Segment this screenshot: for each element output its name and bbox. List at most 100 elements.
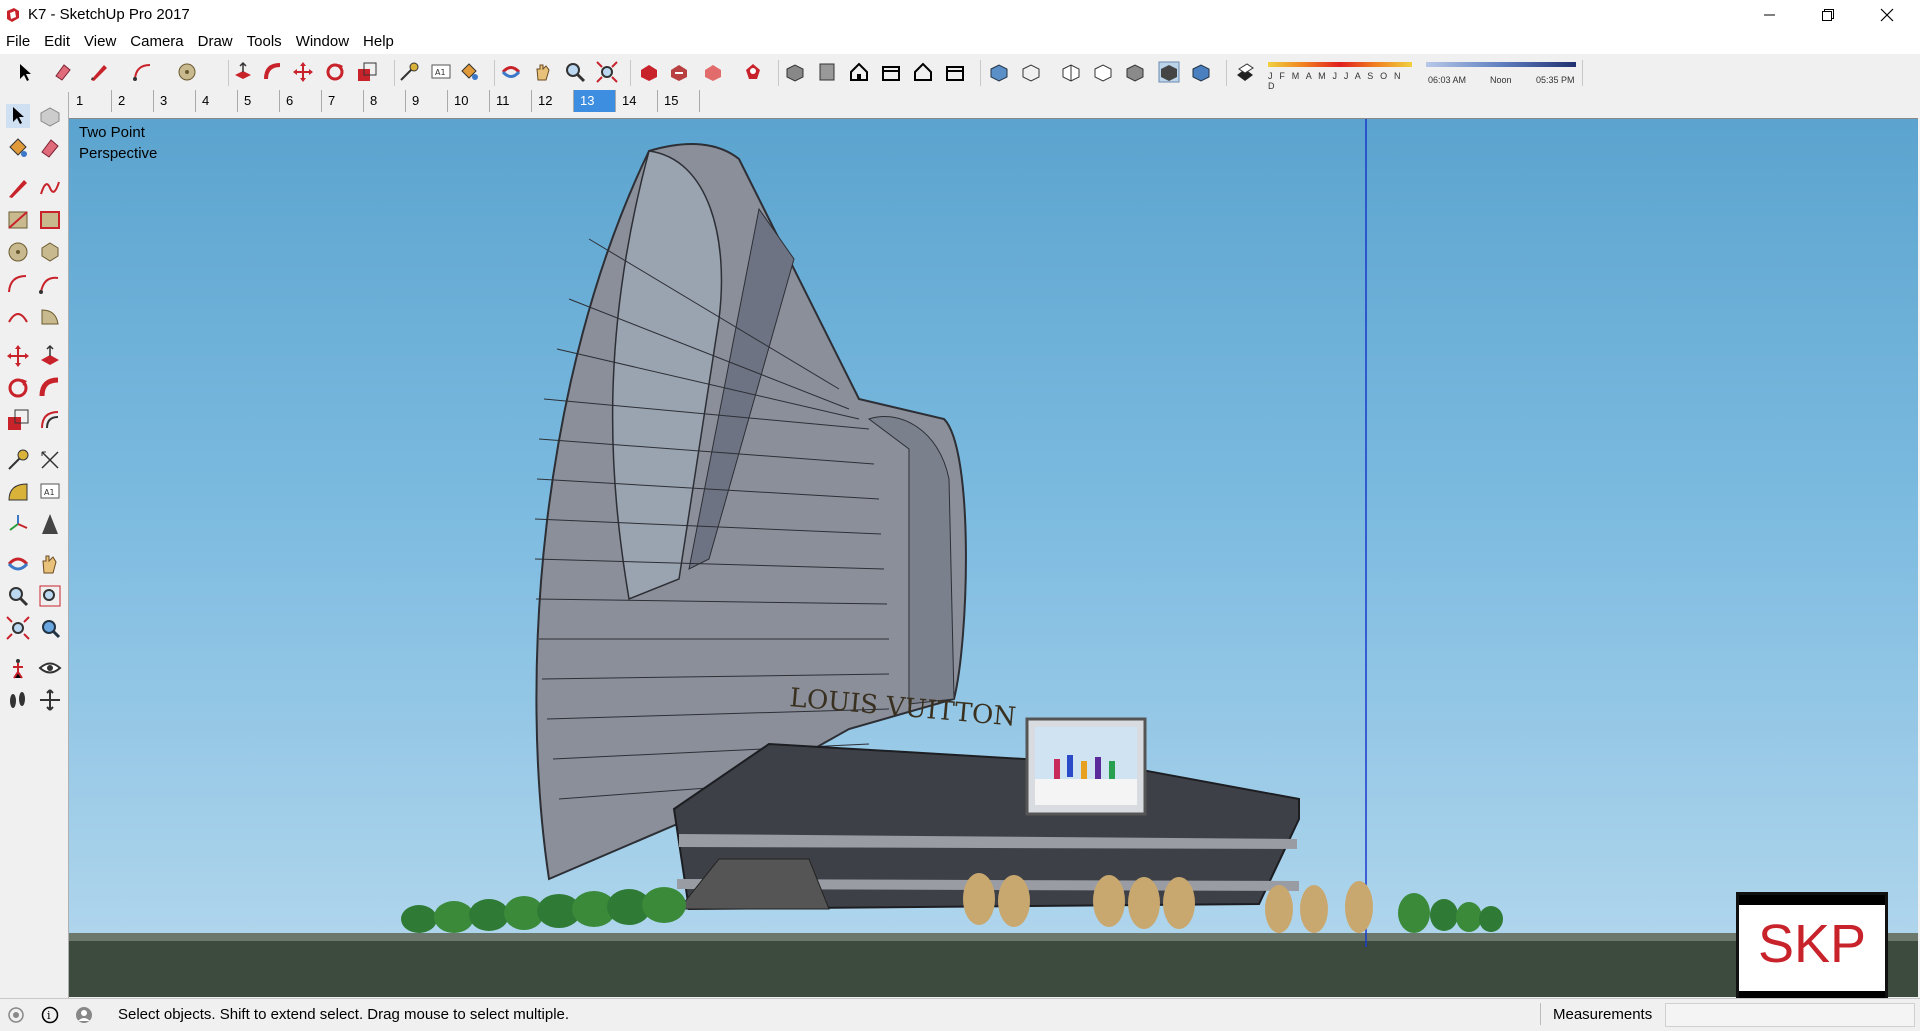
share-model-icon[interactable] xyxy=(668,61,690,83)
menu-tools[interactable]: Tools xyxy=(240,30,289,54)
zoom-tool-icon[interactable] xyxy=(564,61,586,83)
tape-measure-icon[interactable] xyxy=(6,448,30,472)
position-camera-icon[interactable] xyxy=(6,656,30,680)
orbit-tool-icon[interactable] xyxy=(500,61,522,83)
move-tool-icon[interactable] xyxy=(292,61,314,83)
follow-me-icon[interactable] xyxy=(38,376,62,400)
scene-tab-7[interactable]: 7 xyxy=(322,90,364,112)
right-view-icon[interactable] xyxy=(880,61,902,83)
arc-tool-icon[interactable] xyxy=(132,61,154,83)
circle-tool-icon[interactable] xyxy=(176,61,198,83)
scale-tool-icon[interactable] xyxy=(6,408,30,432)
shadow-time-slider[interactable]: 06:03 AM Noon 05:35 PM xyxy=(1426,62,1576,86)
line-tool-icon[interactable] xyxy=(6,176,30,200)
rotate-tool-icon[interactable] xyxy=(324,61,346,83)
polygon-tool-icon[interactable] xyxy=(38,240,62,264)
freehand-tool-icon[interactable] xyxy=(38,176,62,200)
look-around-icon[interactable] xyxy=(38,656,62,680)
menu-draw[interactable]: Draw xyxy=(191,30,240,54)
zoom-extents-icon[interactable] xyxy=(596,61,618,83)
rotated-rectangle-icon[interactable] xyxy=(38,208,62,232)
model-viewport[interactable]: LOUIS VUITTON Two Point Perspective xyxy=(69,118,1918,997)
eraser-tool-icon[interactable] xyxy=(38,136,62,160)
xray-style-icon[interactable] xyxy=(988,61,1010,83)
shadow-month-slider[interactable]: J F M A M J J A S O N D xyxy=(1268,62,1412,91)
text-tool-icon[interactable]: A1 xyxy=(430,61,452,83)
paint-bucket-icon[interactable] xyxy=(6,136,30,160)
zoom-tool-icon[interactable] xyxy=(6,584,30,608)
scene-tab-13[interactable]: 13 xyxy=(574,90,616,112)
scene-tab-11[interactable]: 11 xyxy=(490,90,532,112)
pan-tool-icon[interactable] xyxy=(38,552,62,576)
credits-icon[interactable]: i xyxy=(41,1006,59,1024)
extension-warehouse-icon[interactable] xyxy=(742,61,764,83)
tape-measure-icon[interactable] xyxy=(398,61,420,83)
top-view-icon[interactable] xyxy=(816,61,838,83)
push-pull-icon[interactable] xyxy=(232,61,254,83)
iso-view-icon[interactable] xyxy=(784,61,806,83)
follow-me-icon[interactable] xyxy=(262,61,284,83)
menu-help[interactable]: Help xyxy=(356,30,401,54)
zoom-window-icon[interactable] xyxy=(38,584,62,608)
section-plane-icon[interactable] xyxy=(38,512,62,536)
scene-tab-1[interactable]: 1 xyxy=(70,90,112,112)
scene-tab-6[interactable]: 6 xyxy=(280,90,322,112)
scale-tool-icon[interactable] xyxy=(356,61,378,83)
measurements-input[interactable] xyxy=(1665,1003,1915,1027)
section-display-icon[interactable] xyxy=(38,688,62,712)
eraser-tool-icon[interactable] xyxy=(52,61,74,83)
3d-warehouse-icon[interactable] xyxy=(638,61,660,83)
select-tool-icon[interactable] xyxy=(6,104,30,128)
geolocation-icon[interactable] xyxy=(7,1006,25,1024)
scene-tab-4[interactable]: 4 xyxy=(196,90,238,112)
scene-tab-14[interactable]: 14 xyxy=(616,90,658,112)
back-edges-style-icon[interactable] xyxy=(1190,61,1212,83)
walk-tool-icon[interactable] xyxy=(6,688,30,712)
front-view-icon[interactable] xyxy=(848,61,870,83)
scene-tab-10[interactable]: 10 xyxy=(448,90,490,112)
protractor-tool-icon[interactable] xyxy=(6,480,30,504)
select-tool-icon[interactable] xyxy=(14,61,36,83)
scene-tab-3[interactable]: 3 xyxy=(154,90,196,112)
menu-camera[interactable]: Camera xyxy=(123,30,190,54)
menu-window[interactable]: Window xyxy=(289,30,356,54)
circle-tool-icon[interactable] xyxy=(6,240,30,264)
shadows-toggle-icon[interactable] xyxy=(1234,61,1256,83)
three-point-arc-icon[interactable] xyxy=(6,304,30,328)
scene-tab-2[interactable]: 2 xyxy=(112,90,154,112)
make-component-icon[interactable] xyxy=(38,104,62,128)
offset-tool-icon[interactable] xyxy=(38,408,62,432)
text-tool-icon[interactable]: A1 xyxy=(38,480,62,504)
two-point-arc-icon[interactable] xyxy=(38,272,62,296)
minimize-button[interactable] xyxy=(1741,0,1799,30)
axes-tool-icon[interactable] xyxy=(6,512,30,536)
scene-tab-15[interactable]: 15 xyxy=(658,90,700,112)
user-account-icon[interactable] xyxy=(75,1006,93,1024)
scene-tab-12[interactable]: 12 xyxy=(532,90,574,112)
hidden-line-style-icon[interactable] xyxy=(1060,61,1082,83)
pie-tool-icon[interactable] xyxy=(38,304,62,328)
back-view-icon[interactable] xyxy=(912,61,934,83)
menu-edit[interactable]: Edit xyxy=(37,30,77,54)
shaded-style-icon[interactable] xyxy=(1092,61,1114,83)
menu-view[interactable]: View xyxy=(77,30,123,54)
wireframe-style-icon[interactable] xyxy=(1020,61,1042,83)
scene-tab-8[interactable]: 8 xyxy=(364,90,406,112)
zoom-extents-icon[interactable] xyxy=(6,616,30,640)
previous-view-icon[interactable] xyxy=(38,616,62,640)
restore-button[interactable] xyxy=(1799,0,1857,30)
scene-tab-9[interactable]: 9 xyxy=(406,90,448,112)
rotate-tool-icon[interactable] xyxy=(6,376,30,400)
pan-tool-icon[interactable] xyxy=(532,61,554,83)
shaded-textures-style-icon[interactable] xyxy=(1124,61,1146,83)
monochrome-style-icon[interactable] xyxy=(1158,61,1180,83)
rectangle-tool-icon[interactable] xyxy=(6,208,30,232)
dimension-tool-icon[interactable] xyxy=(38,448,62,472)
move-tool-icon[interactable] xyxy=(6,344,30,368)
orbit-tool-icon[interactable] xyxy=(6,552,30,576)
arc-tool-icon[interactable] xyxy=(6,272,30,296)
share-component-icon[interactable] xyxy=(702,61,724,83)
paint-bucket-icon[interactable] xyxy=(458,61,480,83)
menu-file[interactable]: File xyxy=(0,30,37,54)
push-pull-icon[interactable] xyxy=(38,344,62,368)
